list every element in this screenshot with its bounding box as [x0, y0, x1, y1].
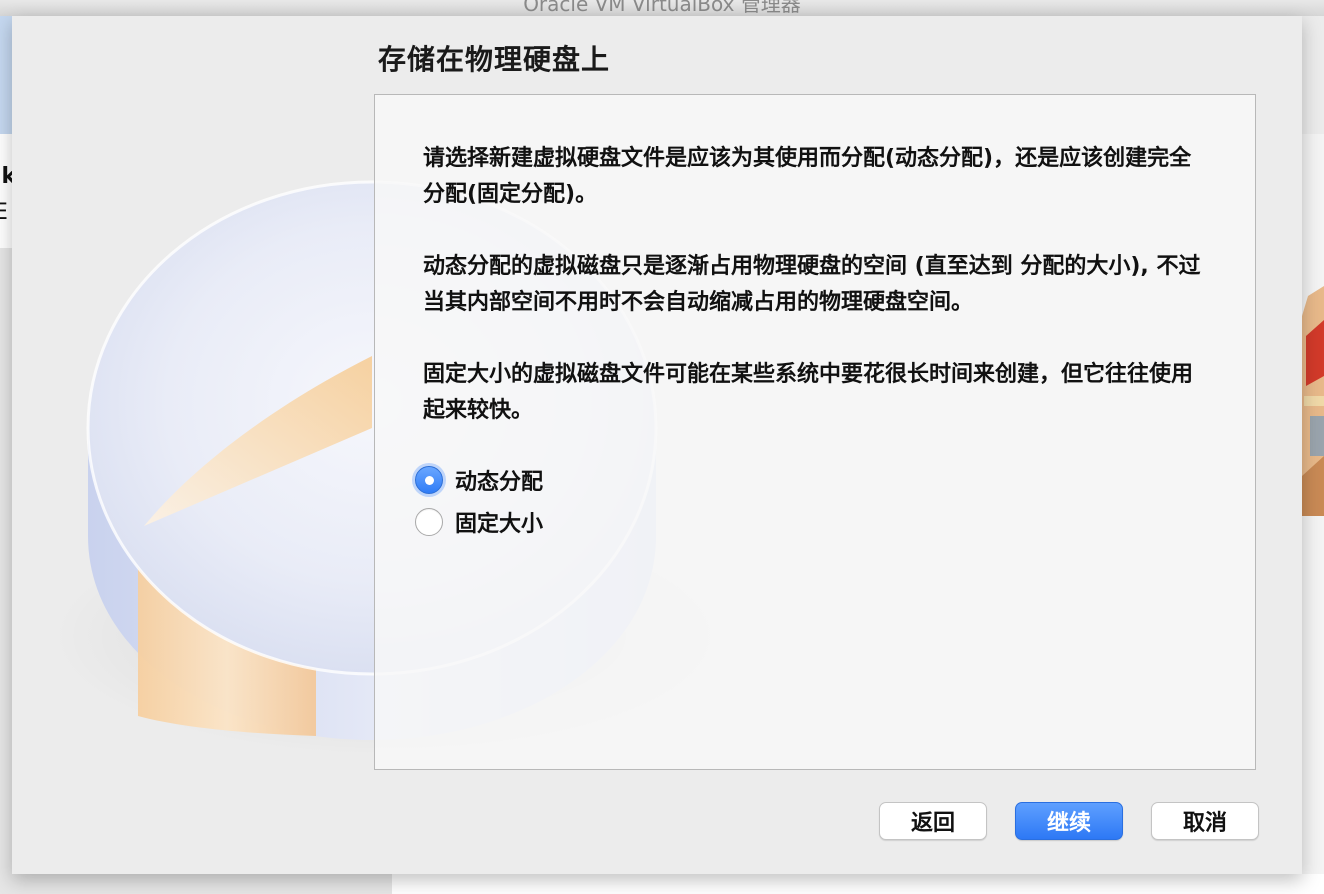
parent-toolbar-strip — [1302, 16, 1324, 134]
parent-window-title: Oracle VM VirtualBox 管理器 — [523, 0, 801, 16]
screen: Oracle VM VirtualBox 管理器 lk E — [0, 0, 1324, 894]
content-panel: 请选择新建虚拟硬盘文件是应该为其使用而分配(动态分配)，还是应该创建完全分配(固… — [374, 94, 1256, 770]
parent-window-left-edge: lk E — [0, 16, 16, 894]
radio-label-fixed[interactable]: 固定大小 — [455, 506, 543, 538]
radio-label-dynamic[interactable]: 动态分配 — [455, 464, 543, 496]
parent-text-fragment: E — [0, 200, 8, 225]
radio-dot-icon — [424, 475, 434, 485]
toolbox-illustration — [1302, 286, 1324, 516]
continue-button[interactable]: 继续 — [1015, 802, 1123, 840]
parent-window-right-edge — [1302, 16, 1324, 894]
create-virtual-disk-dialog: 存储在物理硬盘上 请选择新建虚拟硬盘文件是应该为其使用而分配(动态分配)，还是应… — [12, 16, 1302, 874]
parent-window-titlebar: Oracle VM VirtualBox 管理器 — [0, 0, 1324, 16]
back-button[interactable]: 返回 — [879, 802, 987, 840]
parent-content-area — [392, 874, 1324, 894]
parent-window-bottom-edge — [0, 874, 1324, 894]
parent-panel-strip — [0, 248, 12, 894]
radio-button-selected[interactable] — [415, 466, 443, 494]
cancel-button[interactable]: 取消 — [1151, 802, 1259, 840]
description-paragraph: 固定大小的虚拟磁盘文件可能在某些系统中要花很长时间来创建，但它往往使用起来较快。 — [423, 362, 1194, 423]
radio-option-fixed[interactable]: 固定大小 — [415, 505, 543, 539]
parent-selection-strip — [0, 16, 12, 134]
description-paragraph: 动态分配的虚拟磁盘只是逐渐占用物理硬盘的空间 (直至达到 分配的大小), 不过当… — [423, 254, 1201, 315]
description-paragraph: 请选择新建虚拟硬盘文件是应该为其使用而分配(动态分配)，还是应该创建完全分配(固… — [423, 146, 1192, 207]
page-title: 存储在物理硬盘上 — [378, 43, 611, 76]
radio-option-dynamic[interactable]: 动态分配 — [415, 463, 543, 497]
radio-button-unselected[interactable] — [415, 508, 443, 536]
